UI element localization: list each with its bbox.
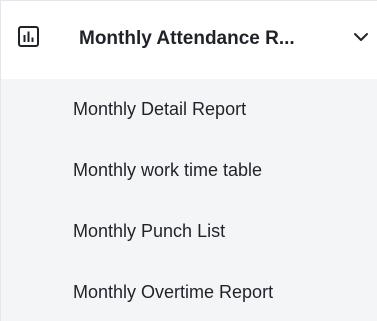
menu-group-monthly-attendance-report[interactable]: Monthly Attendance R... <box>1 1 377 79</box>
submenu-item-monthly-work-time-table[interactable]: Monthly work time table <box>1 140 377 198</box>
submenu-item-monthly-detail-report[interactable]: Monthly Detail Report <box>1 79 377 137</box>
submenu-item-label: Monthly Punch List <box>73 221 226 241</box>
bar-chart-icon <box>18 26 39 47</box>
submenu-item-label: Monthly work time table <box>73 160 263 180</box>
menu-group-title: Monthly Attendance R... <box>79 28 295 49</box>
submenu: Monthly Detail Report Monthly work time … <box>1 79 377 321</box>
submenu-item-monthly-punch-list[interactable]: Monthly Punch List <box>1 201 377 259</box>
attendance-report-menu: Monthly Attendance R... Monthly Detail R… <box>0 0 377 321</box>
chevron-down-icon[interactable] <box>353 31 369 43</box>
submenu-item-label: Monthly Detail Report <box>73 99 247 119</box>
submenu-item-label: Monthly Overtime Report <box>73 282 274 302</box>
submenu-item-monthly-overtime-report[interactable]: Monthly Overtime Report <box>1 262 377 320</box>
